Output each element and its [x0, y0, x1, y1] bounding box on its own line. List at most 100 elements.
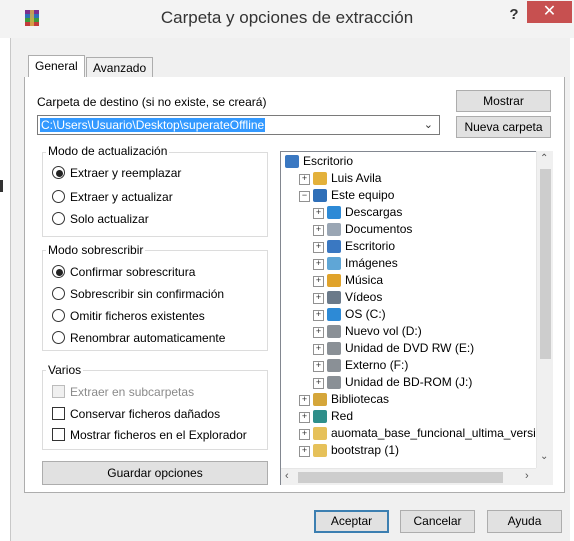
expand-icon[interactable]: +: [313, 293, 324, 304]
tree-item[interactable]: + Música: [281, 272, 537, 289]
user-folder-icon: [313, 172, 327, 185]
update-mode-title: Modo de actualización: [46, 144, 170, 158]
tree-item[interactable]: + auomata_base_funcional_ultima_versic: [281, 425, 542, 442]
destination-combobox[interactable]: C:\Users\Usuario\Desktop\superateOffline…: [37, 115, 440, 135]
show-button[interactable]: Mostrar: [456, 90, 551, 112]
radio-control[interactable]: [52, 212, 65, 225]
checkbox-control[interactable]: [52, 385, 65, 398]
radio-label: Solo actualizar: [70, 212, 149, 226]
tree-item[interactable]: + Nuevo vol (D:): [281, 323, 537, 340]
desktop-icon: [285, 155, 299, 168]
close-button[interactable]: ✕: [527, 1, 572, 23]
tree-item-label: Red: [331, 409, 354, 423]
tree-item[interactable]: + Unidad de BD-ROM (J:): [281, 374, 537, 391]
scroll-thumb[interactable]: [540, 169, 551, 359]
tree-item[interactable]: + OS (C:): [281, 306, 537, 323]
tree-item-label: Imágenes: [345, 256, 398, 270]
tree-item[interactable]: + Red: [281, 408, 537, 425]
tree-item-label: Nuevo vol (D:): [345, 324, 422, 338]
accept-button[interactable]: Aceptar: [314, 510, 389, 533]
libraries-icon: [313, 393, 327, 406]
title-bar[interactable]: Carpeta y opciones de extracción ? ✕: [0, 0, 574, 38]
scroll-down-icon[interactable]: ⌄: [540, 451, 548, 462]
checkbox-control[interactable]: [52, 407, 65, 420]
folder-tree[interactable]: Escritorio + Luis Avila − Este equipo + Descar…: [280, 151, 553, 485]
radio-control[interactable]: [52, 190, 65, 203]
tree-item[interactable]: + Luis Avila: [281, 170, 537, 187]
tree-item[interactable]: − Este equipo: [281, 187, 537, 204]
documents-icon: [327, 223, 341, 236]
scroll-thumb-h[interactable]: [298, 472, 503, 483]
tree-item[interactable]: + bootstrap (1): [281, 442, 537, 459]
tree-item[interactable]: Escritorio: [281, 153, 537, 170]
tree-item[interactable]: + Descargas: [281, 204, 537, 221]
expand-icon[interactable]: +: [313, 225, 324, 236]
dvd-drive-icon: [327, 342, 341, 355]
help-title-button[interactable]: ?: [504, 6, 524, 26]
tree-item-label: bootstrap (1): [331, 443, 400, 457]
tree-rows: Escritorio + Luis Avila − Este equipo + Descar…: [281, 153, 542, 459]
scroll-up-icon[interactable]: ⌃: [540, 153, 548, 164]
tree-item-label: Documentos: [345, 222, 413, 236]
checkbox-control[interactable]: [52, 428, 65, 441]
desktop-icon: [327, 240, 341, 253]
expand-icon[interactable]: +: [313, 276, 324, 287]
tree-vertical-scrollbar[interactable]: ⌃ ⌄: [536, 151, 553, 469]
expand-icon[interactable]: +: [313, 327, 324, 338]
checkbox-label: Mostrar ficheros en el Explorador: [70, 428, 247, 442]
collapse-icon[interactable]: −: [299, 191, 310, 202]
expand-icon[interactable]: +: [299, 395, 310, 406]
tree-item-label: Escritorio: [345, 239, 396, 253]
expand-icon[interactable]: +: [313, 310, 324, 321]
tree-item[interactable]: + Externo (F:): [281, 357, 537, 374]
tree-item[interactable]: + Bibliotecas: [281, 391, 537, 408]
radio-control[interactable]: [52, 265, 65, 278]
expand-icon[interactable]: +: [313, 344, 324, 355]
tree-item[interactable]: + Escritorio: [281, 238, 537, 255]
expand-icon[interactable]: +: [313, 259, 324, 270]
drive-icon: [327, 325, 341, 338]
tree-item[interactable]: + Documentos: [281, 221, 537, 238]
tree-item-label: Música: [345, 273, 384, 287]
tree-item[interactable]: + Imágenes: [281, 255, 537, 272]
pictures-icon: [327, 257, 341, 270]
destination-label: Carpeta de destino (si no existe, se cre…: [37, 95, 267, 109]
network-icon: [313, 410, 327, 423]
radio-control[interactable]: [52, 287, 65, 300]
tree-item-label: Unidad de BD-ROM (J:): [345, 375, 473, 389]
destination-input[interactable]: C:\Users\Usuario\Desktop\superateOffline: [40, 118, 266, 132]
checkbox-label: Conservar ficheros dañados: [70, 407, 221, 421]
radio-control[interactable]: [52, 309, 65, 322]
expand-icon[interactable]: +: [313, 378, 324, 389]
checkbox-label: Extraer en subcarpetas: [70, 385, 195, 399]
expand-icon[interactable]: +: [299, 446, 310, 457]
music-icon: [327, 274, 341, 287]
expand-icon[interactable]: +: [313, 242, 324, 253]
new-folder-button[interactable]: Nueva carpeta: [456, 116, 551, 138]
expand-icon[interactable]: +: [299, 429, 310, 440]
tree-horizontal-scrollbar[interactable]: ‹ ›: [281, 468, 537, 485]
expand-icon[interactable]: +: [313, 361, 324, 372]
tab-general[interactable]: General: [28, 55, 85, 77]
help-button[interactable]: Ayuda: [487, 510, 562, 533]
radio-control[interactable]: [52, 331, 65, 344]
scroll-corner: [536, 468, 553, 485]
tree-item-label: auomata_base_funcional_ultima_versic: [331, 426, 542, 440]
tree-item-label: Bibliotecas: [331, 392, 390, 406]
tree-item[interactable]: + Vídeos: [281, 289, 537, 306]
radio-control[interactable]: [52, 166, 65, 179]
misc-title: Varios: [46, 363, 84, 377]
background-edge: [0, 180, 3, 192]
cancel-button[interactable]: Cancelar: [400, 510, 475, 533]
save-options-button[interactable]: Guardar opciones: [42, 461, 268, 485]
expand-icon[interactable]: +: [299, 412, 310, 423]
expand-icon[interactable]: +: [299, 174, 310, 185]
tree-item[interactable]: + Unidad de DVD RW (E:): [281, 340, 537, 357]
expand-icon[interactable]: +: [313, 208, 324, 219]
tree-item-label: Luis Avila: [331, 171, 382, 185]
tab-avanzado[interactable]: Avanzado: [86, 57, 154, 78]
scroll-left-icon[interactable]: ‹: [285, 470, 289, 482]
radio-label: Confirmar sobrescritura: [70, 265, 196, 279]
scroll-right-icon[interactable]: ›: [525, 470, 529, 482]
chevron-down-icon[interactable]: ⌄: [424, 118, 433, 131]
